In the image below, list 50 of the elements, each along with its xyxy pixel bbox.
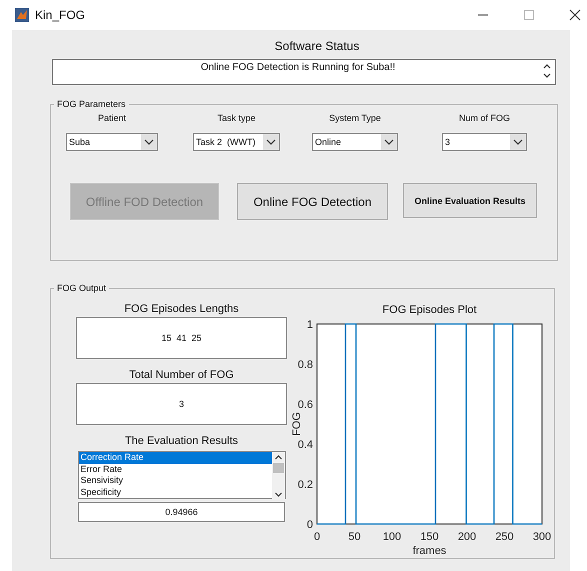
window-title: Kin_FOG [35,8,86,22]
app-icon [15,8,29,22]
action-button[interactable]: Online Evaluation Results [403,183,537,218]
output-title: FOG Episodes Lengths [124,303,239,317]
output-title: The Evaluation Results [124,435,238,449]
x-tick-label: 50 [348,531,361,543]
list-item[interactable]: Correction Rate [78,452,272,464]
y-tick-label: 1 [306,319,313,331]
dropdown[interactable]: 3 [442,133,527,151]
value-box: 3 [76,383,287,425]
x-tick-label: 300 [532,531,552,543]
output-title: Total Number of FOG [129,369,234,383]
list-item[interactable]: Error Rate [78,464,272,475]
list-item[interactable]: Sensivisity [78,475,272,486]
x-tick-label: 200 [458,531,476,543]
x-tick-label: 150 [420,531,439,543]
y-tick-label: 0 [306,519,313,531]
results-list[interactable]: Correction Rate Error Rate Sensivisity Specificity [78,451,286,499]
dropdown[interactable]: Task 2 (WWT) [193,133,280,151]
dropdown[interactable]: Online [312,133,398,151]
y-axis-label: FOG [291,412,303,436]
x-axis-label: frames [412,545,446,557]
y-tick-label: 0.8 [298,359,313,371]
value-box: 0.94966 [78,502,285,522]
list-item[interactable]: Specificity [78,486,272,498]
scroll-arrows-icon[interactable] [543,62,551,80]
panel-title: FOG Parameters [56,99,127,109]
caret-icon [263,134,279,150]
action-button[interactable]: Online FOG Detection [237,183,388,220]
close-icon[interactable] [569,9,581,21]
y-tick-label: 0.2 [298,479,313,491]
field-label: Num of FOG [458,113,510,125]
chart-title: FOG Episodes Plot [382,304,477,316]
x-tick-label: 250 [495,531,514,543]
scrollbar[interactable] [272,452,284,500]
field-label: Task type [217,113,256,125]
field-label: System Type [329,113,381,125]
x-tick-label: 100 [382,531,402,543]
caret-icon [141,134,157,150]
y-tick-label: 0.6 [298,399,313,411]
caret-icon [510,134,526,150]
y-tick-label: 0.4 [298,439,313,451]
value-box: 15 41 25 [76,317,287,359]
status-message: Online FOG Detection is Running for Suba!! [200,62,396,75]
panel-title: FOG Output [56,283,108,293]
caret-icon [381,134,397,150]
section-title: Software Status [274,39,360,54]
field-label: Patient [98,113,126,125]
dropdown[interactable]: Suba [66,133,158,151]
x-tick-label: 0 [314,531,320,543]
